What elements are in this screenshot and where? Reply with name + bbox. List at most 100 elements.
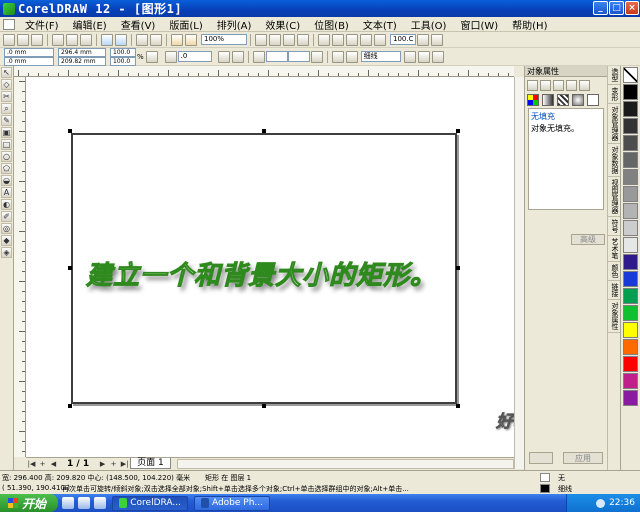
color-swatch[interactable] bbox=[623, 169, 638, 185]
menu-tools[interactable]: 工具(O) bbox=[404, 17, 454, 32]
width-field[interactable]: 296.4 mm bbox=[58, 47, 106, 57]
menu-text[interactable]: 文本(T) bbox=[356, 17, 404, 32]
drawing-canvas[interactable]: 建立一个和背景大小的矩形。 好心情 bbox=[26, 77, 514, 457]
mirror-horizontal-icon[interactable] bbox=[217, 50, 230, 63]
color-swatch[interactable] bbox=[623, 305, 638, 321]
menu-layout[interactable]: 版面(L) bbox=[162, 17, 209, 32]
prev-page-button[interactable]: ◀ bbox=[48, 459, 59, 469]
start-button[interactable]: 开始 bbox=[0, 494, 58, 512]
color-swatch[interactable] bbox=[623, 101, 638, 117]
pan-tool-icon[interactable] bbox=[346, 33, 358, 46]
apply-button[interactable]: 应用 bbox=[563, 452, 603, 464]
scale-x-field[interactable]: 100.0 bbox=[110, 47, 136, 57]
color-swatch[interactable] bbox=[623, 339, 638, 355]
wrap-text-icon[interactable] bbox=[331, 50, 344, 63]
selection-handle[interactable] bbox=[68, 266, 72, 270]
texture-fill-icon[interactable] bbox=[572, 94, 584, 106]
corel-online-icon[interactable] bbox=[185, 33, 197, 46]
snap-to-guidelines-icon[interactable] bbox=[269, 33, 281, 46]
docker-tab-artistic-media[interactable]: 艺术笔 bbox=[608, 236, 620, 262]
lock-icon[interactable] bbox=[529, 452, 553, 464]
color-swatch[interactable] bbox=[623, 237, 638, 253]
docker-tab-object-manager[interactable]: 对象管理器 bbox=[608, 104, 620, 144]
fountain-fill-icon[interactable] bbox=[542, 94, 554, 106]
interactive-fill-tool-icon[interactable]: ◈ bbox=[1, 247, 12, 258]
close-button[interactable]: × bbox=[625, 1, 639, 15]
corner-left-field[interactable] bbox=[265, 51, 288, 62]
color-swatch[interactable] bbox=[623, 390, 638, 406]
interactive-blend-tool-icon[interactable]: ◐ bbox=[1, 199, 12, 210]
lock-ratio-icon[interactable] bbox=[145, 50, 158, 63]
freehand-tool-icon[interactable]: ✎ bbox=[1, 115, 12, 126]
copy-icon[interactable] bbox=[66, 33, 78, 46]
menu-arrange[interactable]: 排列(A) bbox=[210, 17, 259, 32]
options-icon[interactable] bbox=[318, 33, 330, 46]
undo-icon[interactable] bbox=[101, 33, 113, 46]
menu-file[interactable]: 文件(F) bbox=[18, 17, 66, 32]
view-icon[interactable] bbox=[360, 33, 372, 46]
docker-tab-color[interactable]: 颜色 bbox=[608, 262, 620, 281]
docker-tab-shaping[interactable]: 造型 bbox=[608, 66, 620, 85]
first-page-button[interactable]: |◀ bbox=[26, 459, 37, 469]
polygon-tool-icon[interactable]: ⬠ bbox=[1, 163, 12, 174]
snap-to-objects-icon[interactable] bbox=[283, 33, 295, 46]
docker-tab-symbols[interactable]: 符号 bbox=[608, 217, 620, 236]
selection-handle[interactable] bbox=[68, 404, 72, 408]
snap-value-field[interactable]: 100.C bbox=[390, 34, 416, 45]
rectangle-tool-icon[interactable]: □ bbox=[1, 139, 12, 150]
outline-tool-icon[interactable]: ◎ bbox=[1, 223, 12, 234]
menu-effects[interactable]: 效果(C) bbox=[258, 17, 307, 32]
docker-tab-object-data[interactable]: 对象数据 bbox=[608, 144, 620, 177]
grid-icon[interactable] bbox=[374, 33, 386, 46]
crop-tool-icon[interactable]: ✂ bbox=[1, 91, 12, 102]
menu-window[interactable]: 窗口(W) bbox=[453, 17, 505, 32]
cut-icon[interactable] bbox=[52, 33, 64, 46]
convert-to-curves-icon[interactable] bbox=[431, 50, 444, 63]
menu-bitmaps[interactable]: 位图(B) bbox=[307, 17, 356, 32]
menu-edit[interactable]: 编辑(E) bbox=[66, 17, 114, 32]
round-corners-together-icon[interactable] bbox=[310, 50, 323, 63]
fill-tool-icon[interactable]: ◆ bbox=[1, 235, 12, 246]
rotation-field[interactable]: .0 bbox=[177, 51, 212, 62]
text-tool-icon[interactable]: A bbox=[1, 187, 12, 198]
save-icon[interactable] bbox=[31, 33, 43, 46]
dynamic-guides-icon[interactable] bbox=[297, 33, 309, 46]
quick-launch-icon[interactable] bbox=[94, 497, 106, 509]
corner-roundness-icon[interactable] bbox=[252, 50, 265, 63]
next-page-button[interactable]: ▶ bbox=[97, 459, 108, 469]
add-page-button[interactable]: + bbox=[37, 459, 48, 469]
fill-tab-icon[interactable] bbox=[527, 80, 538, 91]
color-swatch[interactable] bbox=[623, 356, 638, 372]
task-coreldraw[interactable]: CorelDRA... bbox=[112, 495, 188, 511]
y-position-field[interactable]: .0 mm bbox=[4, 56, 54, 66]
color-swatch[interactable] bbox=[623, 152, 638, 168]
color-swatch[interactable] bbox=[623, 186, 638, 202]
quick-launch-icon[interactable] bbox=[78, 497, 90, 509]
docker-tab-object-properties[interactable]: 对象属性 bbox=[608, 300, 620, 333]
new-icon[interactable] bbox=[3, 33, 15, 46]
outline-tab-icon[interactable] bbox=[540, 80, 551, 91]
x-position-field[interactable]: .0 mm bbox=[4, 47, 54, 57]
uniform-fill-icon[interactable] bbox=[527, 94, 539, 106]
outline-pen-icon[interactable] bbox=[345, 50, 358, 63]
color-swatch[interactable] bbox=[623, 203, 638, 219]
color-swatch[interactable] bbox=[623, 118, 638, 134]
vertical-scrollbar[interactable] bbox=[514, 77, 524, 469]
add-page-end-button[interactable]: + bbox=[108, 459, 119, 469]
to-back-icon[interactable] bbox=[417, 50, 430, 63]
task-photoshop[interactable]: Adobe Ph... bbox=[194, 495, 270, 511]
color-swatch[interactable] bbox=[623, 271, 638, 287]
selection-handle[interactable] bbox=[68, 129, 72, 133]
paste-icon[interactable] bbox=[80, 33, 92, 46]
minimize-button[interactable]: _ bbox=[593, 1, 608, 15]
outline-width-select[interactable]: 细线 bbox=[360, 51, 401, 62]
detail-tab-icon[interactable] bbox=[566, 80, 577, 91]
selection-handle[interactable] bbox=[262, 129, 266, 133]
page-tab[interactable]: 页面 1 bbox=[130, 458, 171, 469]
general-tab-icon[interactable] bbox=[553, 80, 564, 91]
zoom-level-field[interactable]: 100% bbox=[201, 34, 247, 45]
color-swatch[interactable] bbox=[623, 373, 638, 389]
maximize-button[interactable]: □ bbox=[609, 1, 624, 15]
color-swatch[interactable] bbox=[623, 135, 638, 151]
menu-help[interactable]: 帮助(H) bbox=[505, 17, 554, 32]
